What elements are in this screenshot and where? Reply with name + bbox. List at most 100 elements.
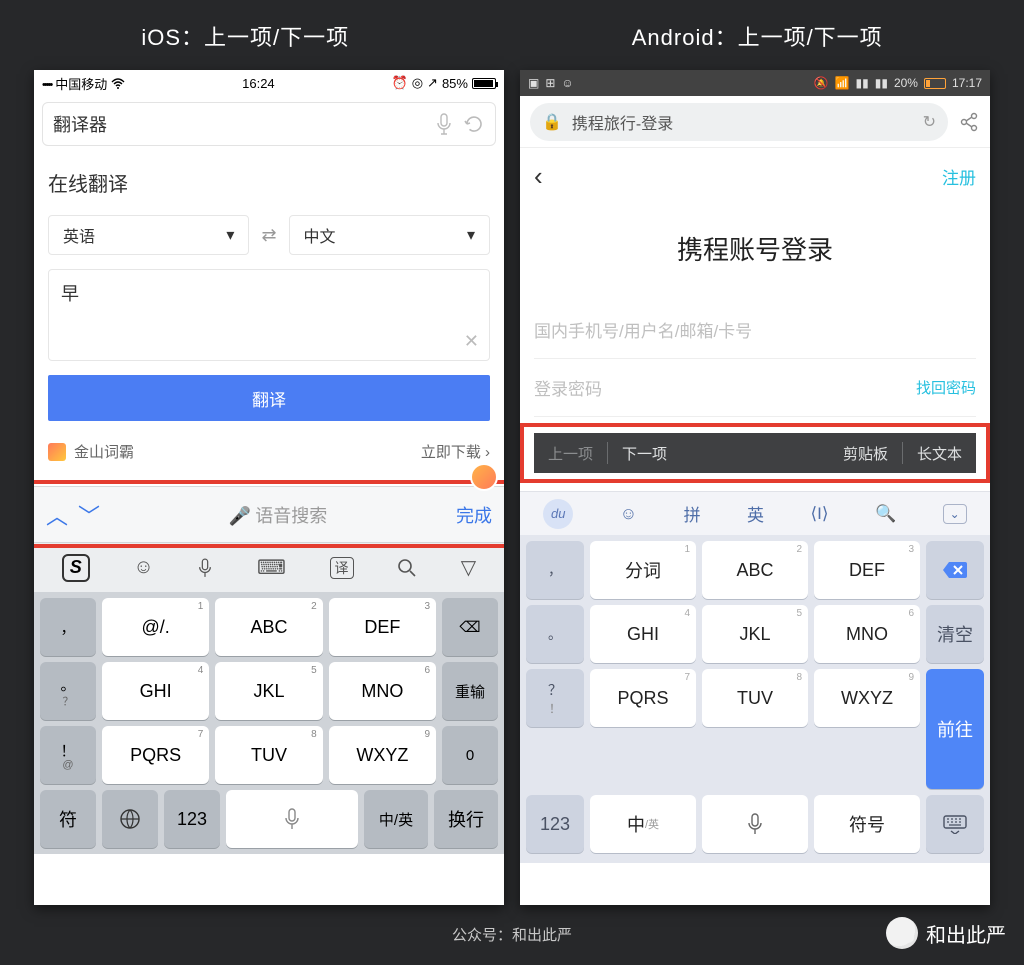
key-2[interactable]: 2ABC <box>702 541 808 599</box>
voice-label: 语音搜索 <box>255 506 327 526</box>
key-1[interactable]: 1@/. <box>102 598 209 656</box>
key-comma[interactable]: ， <box>40 598 96 656</box>
translate-icon[interactable]: 译 <box>330 557 354 579</box>
source-lang-select[interactable]: 英语 ▾ <box>48 215 249 255</box>
sogou-icon[interactable]: S <box>62 554 90 582</box>
key-123[interactable]: 123 <box>526 795 584 853</box>
android-keyboard: ， 。 ？！ 1分词 2ABC 3DEF 4GHI 5JKL 6MNO 7PQR… <box>520 535 990 863</box>
key-delete[interactable]: ⌫ <box>442 598 498 656</box>
key-space[interactable] <box>702 795 808 853</box>
swap-icon[interactable]: ⇄ <box>261 225 276 246</box>
ime-toolbar: du ☺ 拼 英 ⟨I⟩ 🔍 ⌄ <box>520 491 990 535</box>
search-input[interactable] <box>53 114 425 135</box>
key-8[interactable]: 8TUV <box>702 669 808 727</box>
target-lang-label: 中文 <box>304 223 336 247</box>
next-field-button[interactable]: ﹀ <box>78 499 100 531</box>
collapse-icon[interactable]: ⌄ <box>943 504 967 524</box>
cursor-icon[interactable]: ⟨I⟩ <box>811 504 829 524</box>
share-icon[interactable] <box>958 111 980 133</box>
key-6[interactable]: 6MNO <box>814 605 920 663</box>
key-space[interactable] <box>226 790 358 848</box>
key-8[interactable]: 8TUV <box>215 726 322 784</box>
mode-english[interactable]: 英 <box>747 501 764 526</box>
clipboard-button[interactable]: 剪贴板 <box>829 433 902 473</box>
key-delete[interactable] <box>926 541 984 599</box>
translate-card: 在线翻译 英语 ▾ ⇄ 中文 ▾ 早 ✕ 翻译 金山词霸 立即下载 › <box>34 152 504 480</box>
username-field[interactable]: 国内手机号/用户名/邮箱/卡号 <box>534 301 976 359</box>
key-period[interactable]: 。？ <box>40 662 96 720</box>
url-bar[interactable]: 🔒 携程旅行-登录 ↻ <box>530 103 948 141</box>
mode-pinyin[interactable]: 拼 <box>684 501 701 526</box>
key-return[interactable]: 换行 <box>434 790 498 848</box>
key-go[interactable]: 前往 <box>926 669 984 789</box>
key-123[interactable]: 123 <box>164 790 220 848</box>
baidu-ime-icon[interactable]: du <box>543 499 573 529</box>
key-4[interactable]: 4GHI <box>590 605 696 663</box>
done-button[interactable]: 完成 <box>456 502 492 528</box>
find-password-link[interactable]: 找回密码 <box>916 377 976 398</box>
refresh-icon[interactable] <box>463 113 485 135</box>
dict-label: 金山词霸 <box>74 441 134 462</box>
key-7[interactable]: 7PQRS <box>102 726 209 784</box>
key-9[interactable]: 9WXYZ <box>329 726 436 784</box>
collapse-icon[interactable]: ▽ <box>461 555 476 580</box>
key-4[interactable]: 4GHI <box>102 662 209 720</box>
download-label: 立即下载 <box>421 444 481 461</box>
key-3[interactable]: 3DEF <box>329 598 436 656</box>
next-field-button[interactable]: 下一项 <box>608 433 681 473</box>
prev-field-button[interactable]: 上一项 <box>534 433 607 473</box>
emoji-icon[interactable]: ☺ <box>133 556 153 579</box>
key-5[interactable]: 5JKL <box>215 662 322 720</box>
mic-icon[interactable] <box>197 558 213 578</box>
key-period[interactable]: 。 <box>526 605 584 663</box>
key-comma[interactable]: ， <box>526 541 584 599</box>
key-symbol[interactable]: 符号 <box>814 795 920 853</box>
search-bar[interactable] <box>42 102 496 146</box>
refresh-icon[interactable]: ↻ <box>923 112 936 132</box>
chevron-right-icon: › <box>485 444 490 461</box>
search-icon[interactable]: 🔍 <box>875 504 896 524</box>
alarm-icon: ⏰ <box>392 75 408 91</box>
key-5[interactable]: 5JKL <box>702 605 808 663</box>
key-2[interactable]: 2ABC <box>215 598 322 656</box>
key-7[interactable]: 7PQRS <box>590 669 696 727</box>
avatar-icon[interactable] <box>470 463 498 491</box>
compass-icon: ◎ <box>412 75 423 91</box>
wifi-icon <box>111 78 125 89</box>
key-reinput[interactable]: 重输 <box>442 662 498 720</box>
translate-button[interactable]: 翻译 <box>48 375 490 421</box>
password-placeholder: 登录密码 <box>534 375 602 400</box>
source-text-area[interactable]: 早 ✕ <box>48 269 490 361</box>
key-3[interactable]: 3DEF <box>814 541 920 599</box>
back-button[interactable]: ‹ <box>534 161 543 192</box>
voice-search-button[interactable]: 🎤语音搜索 <box>110 502 446 528</box>
carrier-label: 中国移动 <box>55 74 107 93</box>
app-icon: ☺ <box>561 76 573 90</box>
ime-toolbar: S ☺ ⌨ 译 ▽ <box>34 542 504 592</box>
key-1[interactable]: 1分词 <box>590 541 696 599</box>
key-9[interactable]: 9WXYZ <box>814 669 920 727</box>
download-link[interactable]: 立即下载 › <box>421 441 490 462</box>
password-field[interactable]: 登录密码 找回密码 <box>534 359 976 417</box>
key-6[interactable]: 6MNO <box>329 662 436 720</box>
key-exclaim[interactable]: ！@ <box>40 726 96 784</box>
register-link[interactable]: 注册 <box>942 164 976 189</box>
login-title: 携程账号登录 <box>534 230 976 267</box>
key-symbol[interactable]: 符 <box>40 790 96 848</box>
key-question[interactable]: ？！ <box>526 669 584 727</box>
key-lang[interactable]: 中/英 <box>364 790 428 848</box>
prev-field-button[interactable]: ︿ <box>46 499 68 531</box>
battery-icon <box>924 78 946 89</box>
key-lang[interactable]: 中/英 <box>590 795 696 853</box>
key-zero[interactable]: 0 <box>442 726 498 784</box>
search-icon[interactable] <box>397 558 417 578</box>
key-globe[interactable] <box>102 790 158 848</box>
longtext-button[interactable]: 长文本 <box>903 433 976 473</box>
key-hide[interactable] <box>926 795 984 853</box>
target-lang-select[interactable]: 中文 ▾ <box>289 215 490 255</box>
key-clear[interactable]: 清空 <box>926 605 984 663</box>
mic-icon[interactable] <box>435 113 453 135</box>
keyboard-icon[interactable]: ⌨ <box>257 555 286 580</box>
emoji-icon[interactable]: ☺ <box>620 504 637 524</box>
clear-icon[interactable]: ✕ <box>464 331 479 352</box>
